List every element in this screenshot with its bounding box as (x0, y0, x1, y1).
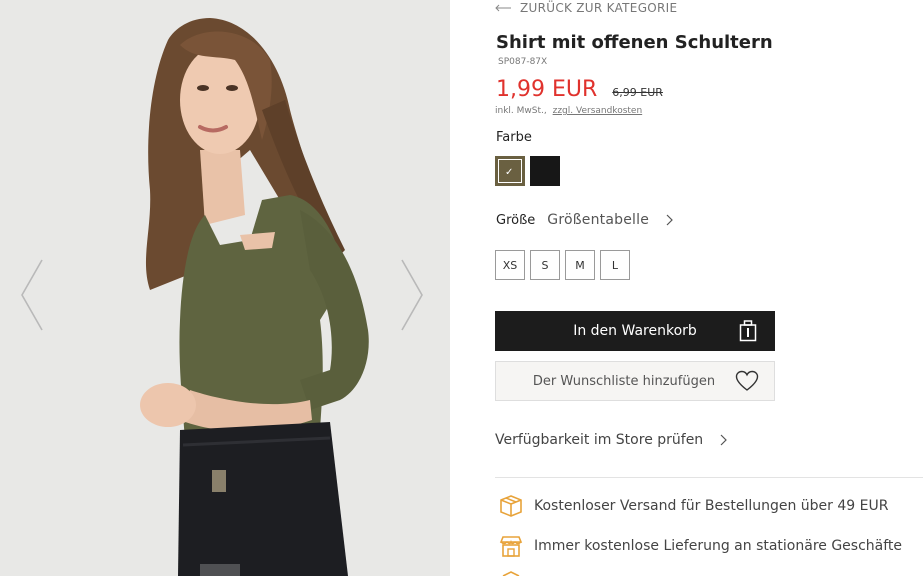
heart-icon (735, 370, 759, 391)
product-sku: SP087-87X (498, 57, 548, 67)
price-row: 1,99 EUR 6,99 EUR (496, 77, 663, 102)
store-icon (499, 536, 523, 557)
tax-text: inkl. MwSt., (495, 106, 547, 116)
add-to-wishlist-label: Der Wunschliste hinzufügen (532, 373, 716, 389)
product-photo (0, 0, 450, 576)
gallery-prev-arrow[interactable] (18, 258, 48, 332)
back-to-category-label: ZURÜCK ZUR KATEGORIE (520, 1, 678, 15)
size-table-link[interactable]: Größentabelle (547, 212, 649, 228)
store-availability-label: Verfügbarkeit im Store prüfen (495, 432, 704, 448)
color-swatch-black[interactable] (530, 156, 560, 186)
perk-free-shipping: Kostenloser Versand für Bestellungen übe… (499, 494, 888, 518)
color-swatch-olive[interactable]: ✓ (495, 156, 525, 186)
arrow-left-icon (495, 4, 511, 12)
current-price: 1,99 EUR (496, 77, 598, 102)
add-to-cart-label: In den Warenkorb (573, 323, 697, 339)
chevron-right-icon (666, 214, 673, 226)
size-option-l[interactable]: L (600, 250, 630, 280)
divider (495, 477, 923, 478)
perk-text: Kostenloser Versand für Bestellungen übe… (534, 498, 889, 514)
perk-partial (499, 570, 534, 576)
chevron-right-icon (720, 434, 728, 446)
shipping-costs-link[interactable]: zzgl. Versandkosten (553, 106, 643, 116)
checkmark-icon: ✓ (505, 167, 514, 178)
partial-icon (502, 571, 520, 576)
perk-text: Immer kostenlose Lieferung an stationäre… (534, 538, 903, 554)
add-to-cart-button[interactable]: In den Warenkorb (495, 311, 775, 351)
tax-info: inkl. MwSt., zzgl. Versandkosten (495, 106, 642, 116)
old-price: 6,99 EUR (612, 86, 663, 99)
product-title: Shirt mit offenen Schultern (496, 32, 773, 53)
perk-store-delivery: Immer kostenlose Lieferung an stationäre… (499, 534, 902, 558)
back-to-category-link[interactable]: ZURÜCK ZUR KATEGORIE (495, 0, 677, 16)
product-image-gallery (0, 0, 450, 576)
gallery-next-arrow[interactable] (398, 258, 428, 332)
color-label: Farbe (496, 130, 532, 145)
size-option-m[interactable]: M (565, 250, 595, 280)
size-row: Größe Größentabelle (496, 212, 673, 228)
store-availability-link[interactable]: Verfügbarkeit im Store prüfen (495, 432, 728, 448)
shopping-bag-icon (739, 320, 757, 342)
shipping-box-icon (500, 495, 522, 517)
size-option-xs[interactable]: XS (495, 250, 525, 280)
size-label: Größe (496, 212, 536, 228)
add-to-wishlist-button[interactable]: Der Wunschliste hinzufügen (495, 361, 775, 401)
size-option-s[interactable]: S (530, 250, 560, 280)
